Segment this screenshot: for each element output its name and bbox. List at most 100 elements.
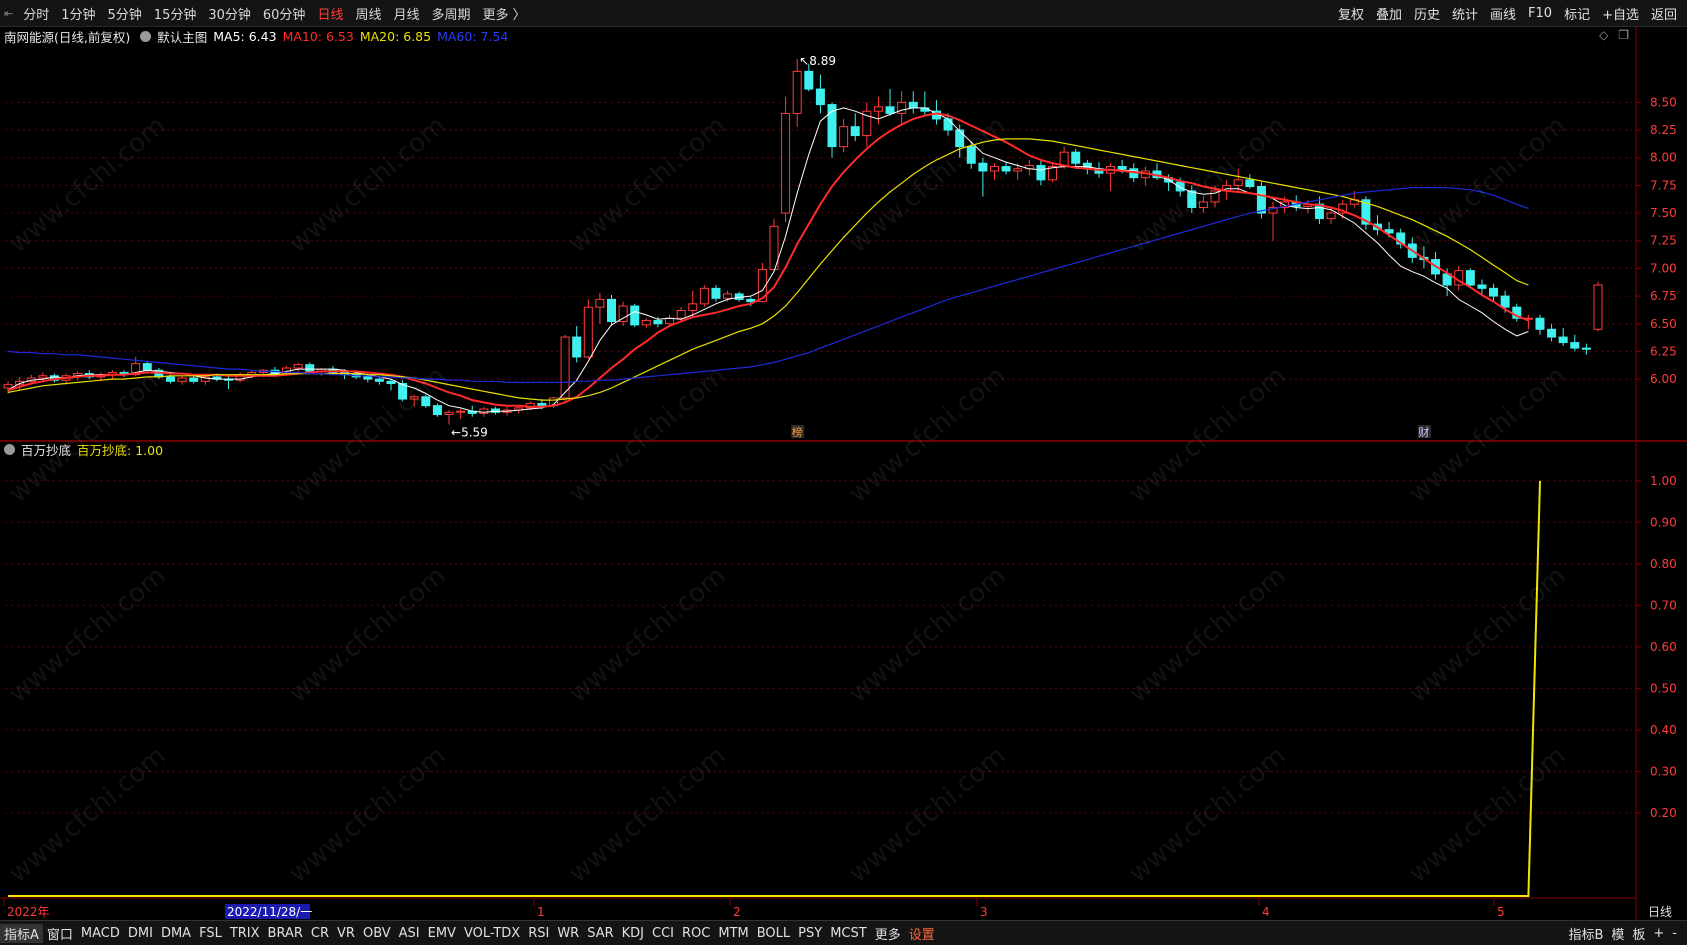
indicator-tab-17[interactable]: KDJ xyxy=(618,926,648,941)
ma-line-ma5 xyxy=(7,107,1529,413)
indicator-tab-12[interactable]: EMV xyxy=(424,926,460,941)
candle-body xyxy=(618,305,628,323)
candle-body xyxy=(1477,284,1487,289)
candle-body xyxy=(955,129,965,148)
candle-body xyxy=(1233,179,1243,186)
bottom-right-item-4[interactable]: - xyxy=(1668,926,1681,941)
candle-body xyxy=(607,298,617,323)
candle-body xyxy=(978,162,988,172)
time-axis-label: 5 xyxy=(1497,905,1505,919)
candle-body xyxy=(595,298,605,308)
indicator-tab-23[interactable]: MCST xyxy=(826,926,871,941)
candle-body xyxy=(1117,166,1127,170)
indicator-tab-2[interactable]: MACD xyxy=(77,926,124,941)
indicator-tab-10[interactable]: OBV xyxy=(359,926,395,941)
indicator-tab-4[interactable]: DMA xyxy=(157,926,195,941)
bottom-right-item-1[interactable]: 模 xyxy=(1607,924,1628,943)
main-y-tick-label: 6.75 xyxy=(1650,289,1677,303)
candle-body xyxy=(943,118,953,131)
indicator-tab-3[interactable]: DMI xyxy=(124,926,157,941)
indicator-tab-22[interactable]: PSY xyxy=(794,926,826,941)
main-y-tick-label: 8.25 xyxy=(1650,123,1677,137)
indicator-tab-19[interactable]: ROC xyxy=(678,926,714,941)
indicator-tab-0[interactable]: 指标A xyxy=(0,923,43,943)
candle-body xyxy=(38,375,48,379)
candle-body xyxy=(781,112,791,214)
candle-body xyxy=(873,106,883,112)
candle-body xyxy=(839,126,849,148)
main-y-tick-label: 7.75 xyxy=(1650,178,1677,192)
candle-body xyxy=(142,363,152,371)
candle-body xyxy=(1245,179,1255,187)
candle-body xyxy=(908,101,918,109)
candle-body xyxy=(1001,166,1011,172)
candle-body xyxy=(1256,185,1266,214)
cursor-date-label: 2022/11/28/一 xyxy=(227,905,312,919)
indicator-tab-24[interactable]: 更多 xyxy=(871,924,905,943)
candle-body xyxy=(653,319,663,325)
sub-y-tick-label: 0.30 xyxy=(1650,764,1677,778)
indicator-tab-25[interactable]: 设置 xyxy=(905,924,939,943)
candle-body xyxy=(688,303,698,311)
time-axis-label: 2 xyxy=(733,905,741,919)
candle-body xyxy=(630,305,640,326)
indicator-tab-7[interactable]: BRAR xyxy=(264,926,307,941)
main-y-tick-label: 8.00 xyxy=(1650,151,1677,165)
indicator-tab-14[interactable]: RSI xyxy=(524,926,553,941)
main-y-tick-label: 6.25 xyxy=(1650,344,1677,358)
low-price-label: ←5.59 xyxy=(451,426,488,440)
candle-body xyxy=(3,384,13,389)
candle-body xyxy=(1489,287,1499,297)
candle-body xyxy=(363,376,373,380)
indicator-tab-13[interactable]: VOL-TDX xyxy=(460,926,524,941)
period-label: 日线 xyxy=(1648,905,1672,919)
main-y-tick-label: 7.00 xyxy=(1650,261,1677,275)
indicator-tab-1[interactable]: 窗口 xyxy=(43,924,77,943)
indicator-tab-6[interactable]: TRIX xyxy=(226,926,264,941)
indicator-tabs: 指标A 窗口 MACD DMI DMA FSL TRIX BRAR CR VR OBV ASI EMV V… xyxy=(0,923,939,943)
candle-body xyxy=(1535,317,1545,330)
indicator-tab-11[interactable]: ASI xyxy=(395,926,424,941)
candle-body xyxy=(850,126,860,137)
indicator-tab-21[interactable]: BOLL xyxy=(753,926,794,941)
candle-body xyxy=(456,410,466,413)
candle-body xyxy=(1593,284,1603,330)
time-axis-label: 4 xyxy=(1262,905,1270,919)
stock-chart[interactable]: 8.50 8.25 8.00 7.75 7.50 7.25 7.00 6.75 6.50 6.25… xyxy=(0,0,1687,920)
indicator-tab-20[interactable]: MTM xyxy=(714,926,752,941)
ma-line-ma20 xyxy=(7,138,1529,401)
bottom-right-item-0[interactable]: 指标B xyxy=(1564,924,1607,943)
bottom-right-item-2[interactable]: 板 xyxy=(1628,924,1649,943)
sub-y-tick-label: 0.80 xyxy=(1650,557,1677,571)
indicator-tab-8[interactable]: CR xyxy=(307,926,333,941)
sub-y-tick-label: 0.90 xyxy=(1650,515,1677,529)
candle-body xyxy=(897,101,907,114)
main-y-tick-label: 6.50 xyxy=(1650,317,1677,331)
indicator-tab-5[interactable]: FSL xyxy=(195,926,226,941)
bottom-right-controls: 指标B 模板 + - xyxy=(1564,924,1681,943)
candle-body xyxy=(583,306,593,358)
candle-body xyxy=(1326,212,1336,220)
indicator-tab-18[interactable]: CCI xyxy=(648,926,678,941)
candle-body xyxy=(699,287,709,305)
indicator-tab-9[interactable]: VR xyxy=(333,926,359,941)
time-axis-label: 3 xyxy=(980,905,988,919)
sub-y-tick-label: 0.20 xyxy=(1650,806,1677,820)
candle-body xyxy=(305,364,315,372)
candle-body xyxy=(665,317,675,325)
event-marker: 榜 xyxy=(792,425,803,439)
candle-body xyxy=(746,298,756,303)
candle-body xyxy=(165,376,175,382)
candle-body xyxy=(386,380,396,385)
event-marker: 财 xyxy=(1418,425,1429,439)
indicator-tab-15[interactable]: WR xyxy=(553,926,583,941)
candle-body xyxy=(444,411,454,416)
candle-body xyxy=(421,396,431,407)
candle-body xyxy=(641,319,651,326)
candle-body xyxy=(1558,336,1568,344)
bottom-right-item-3[interactable]: + xyxy=(1649,926,1668,941)
indicator-tab-16[interactable]: SAR xyxy=(583,926,617,941)
candle-body xyxy=(1547,328,1557,338)
candle-body xyxy=(815,88,825,106)
candle-body xyxy=(1071,151,1081,164)
